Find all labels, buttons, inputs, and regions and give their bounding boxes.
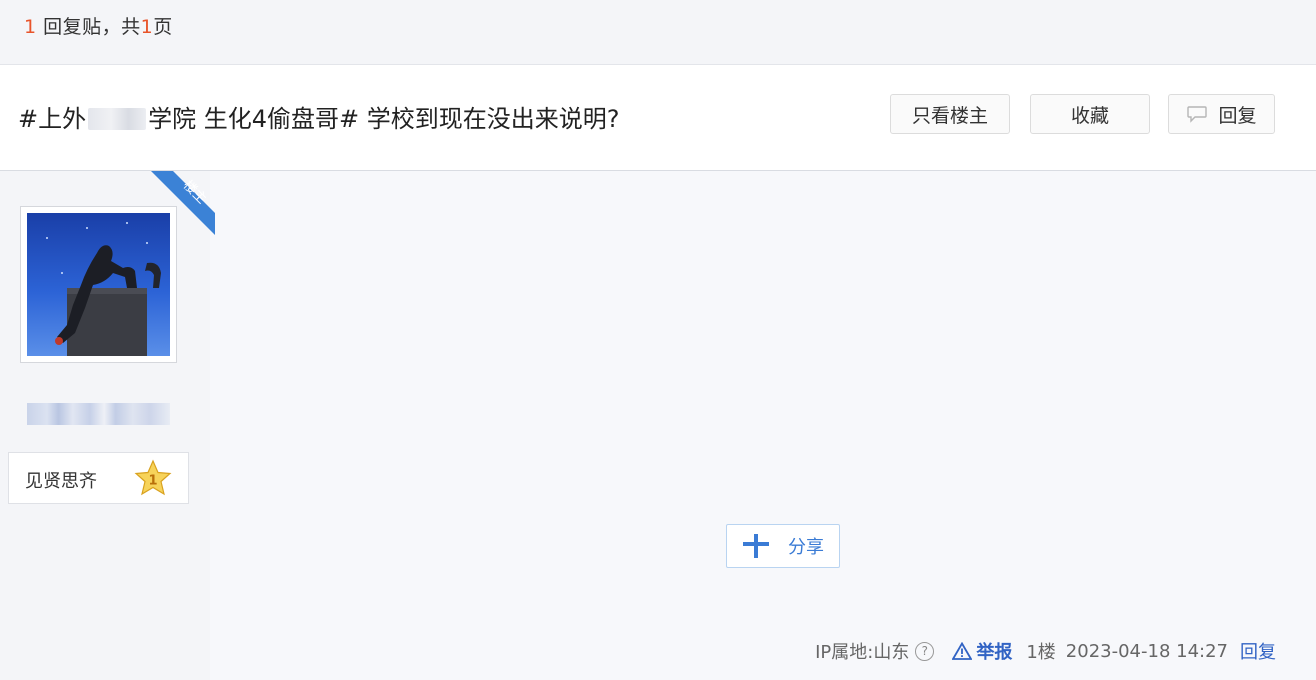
report-button[interactable]: 举报	[952, 638, 1012, 664]
username-redacted[interactable]	[27, 403, 170, 425]
share-label: 分享	[788, 537, 824, 558]
page-header-bar: 1 回复贴，共1页	[0, 0, 1316, 65]
share-button[interactable]: 分享	[726, 524, 840, 568]
only-op-label: 只看楼主	[911, 104, 988, 127]
reply-count: 1 回复贴，共1页	[24, 12, 173, 39]
user-level[interactable]: 见贤思齐 1	[8, 452, 189, 504]
only-op-button[interactable]: 只看楼主	[890, 94, 1010, 134]
favorite-label: 收藏	[1070, 104, 1109, 127]
favorite-button[interactable]: 收藏	[1030, 94, 1150, 134]
page-count-text: 页	[153, 16, 173, 38]
level-name: 见贤思齐	[25, 471, 97, 492]
reply-button-label: 回复	[1218, 104, 1257, 127]
ip-location: IP属地:山东	[815, 642, 910, 663]
thread-title-bar: #上外 学院 生化4偷盘哥# 学校到现在没出来说明? 只看楼主 收藏 回复	[0, 65, 1316, 171]
floor-number: 1楼	[1026, 642, 1056, 663]
help-icon[interactable]: ?	[915, 641, 935, 661]
reply-button[interactable]: 回复	[1168, 94, 1275, 134]
plus-icon	[743, 534, 769, 558]
post-footer: IP属地:山东 ? 举报 1楼 2023-04-18 14:27 回复	[815, 638, 1276, 664]
post-time: 2023-04-18 14:27	[1065, 640, 1228, 662]
level-number: 1	[148, 474, 157, 489]
warning-icon	[952, 642, 973, 660]
redacted-text	[88, 108, 147, 130]
reply-link[interactable]: 回复	[1240, 638, 1276, 664]
report-label: 举报	[976, 642, 1013, 663]
level-star-icon: 1	[134, 459, 172, 496]
speech-bubble-icon	[1187, 106, 1208, 123]
reply-count-text: 回复贴，共	[43, 16, 141, 38]
avatar-image	[27, 213, 170, 356]
thread-title-part-2: 学院 生化4偷盘哥# 学校到现在没出来说明?	[148, 105, 620, 133]
thread-title: #上外 学院 生化4偷盘哥# 学校到现在没出来说明?	[18, 99, 619, 134]
page-count-number: 1	[140, 16, 154, 38]
thread-title-part-1: #上外	[18, 105, 87, 133]
avatar[interactable]	[20, 206, 177, 363]
reply-count-number: 1	[24, 16, 37, 38]
